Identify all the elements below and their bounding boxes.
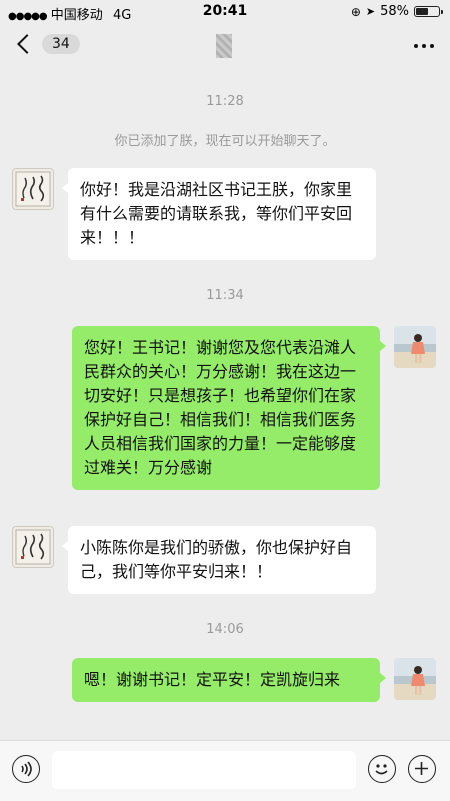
location-icon: ➤ <box>365 5 376 18</box>
voice-icon <box>21 761 32 777</box>
emoji-icon <box>375 764 388 775</box>
battery-percent: 58% <box>380 4 409 19</box>
timestamp: 11:34 <box>206 288 244 303</box>
alarm-icon: ⊕ <box>350 4 361 19</box>
plus-icon <box>415 762 428 775</box>
beach-photo-avatar-image <box>394 658 436 700</box>
self-avatar[interactable] <box>394 326 436 368</box>
calligraphy-avatar-image <box>15 529 51 565</box>
self-avatar[interactable] <box>394 658 436 700</box>
beach-photo-avatar-image <box>394 326 436 368</box>
sender-avatar[interactable] <box>12 526 54 568</box>
chat-area[interactable]: 11:28 你已添加了朕，现在可以开始聊天了。 你好！我是沿湖社区书记王朕，你家… <box>0 68 450 740</box>
timestamp: 14:06 <box>206 622 244 637</box>
more-button[interactable] <box>414 44 434 48</box>
message-bubble-outgoing[interactable]: 嗯！谢谢书记！定平安！定凯旋归来 <box>72 658 386 702</box>
battery-fill <box>416 8 429 15</box>
more-dots-icon <box>414 44 418 48</box>
contact-name-blurred <box>216 34 232 58</box>
sender-avatar[interactable] <box>12 168 54 210</box>
status-right: ⊕ ➤ 58% <box>350 4 443 19</box>
emoji-button[interactable] <box>368 755 396 783</box>
timestamp: 11:28 <box>206 94 244 109</box>
status-bar: ●●●●● 中国移动 4G 20:41 ⊕ ➤ 58% <box>0 0 450 24</box>
system-message: 你已添加了朕，现在可以开始聊天了。 <box>114 134 336 149</box>
message-bubble-outgoing[interactable]: 您好！王书记！谢谢您及您代表沿滩人民群众的关心！万分感谢！我在这边一切安好！只是… <box>72 326 386 490</box>
message-bubble-incoming[interactable]: 小陈陈你是我们的骄傲，你也保护好自己，我们等你平安归来！！ <box>62 526 376 594</box>
plus-button[interactable] <box>408 755 436 783</box>
back-button[interactable]: 34 <box>14 34 80 54</box>
message-input[interactable] <box>52 751 356 789</box>
input-bar <box>0 740 450 801</box>
calligraphy-avatar-image <box>15 171 51 207</box>
unread-count-badge: 34 <box>42 34 80 54</box>
voice-button[interactable] <box>12 755 40 783</box>
back-chevron-icon <box>17 34 37 54</box>
chat-header: 34 <box>0 24 450 68</box>
battery-icon <box>414 6 443 17</box>
message-bubble-incoming[interactable]: 你好！我是沿湖社区书记王朕，你家里有什么需要的请联系我，等你们平安回来！！！ <box>62 168 376 260</box>
